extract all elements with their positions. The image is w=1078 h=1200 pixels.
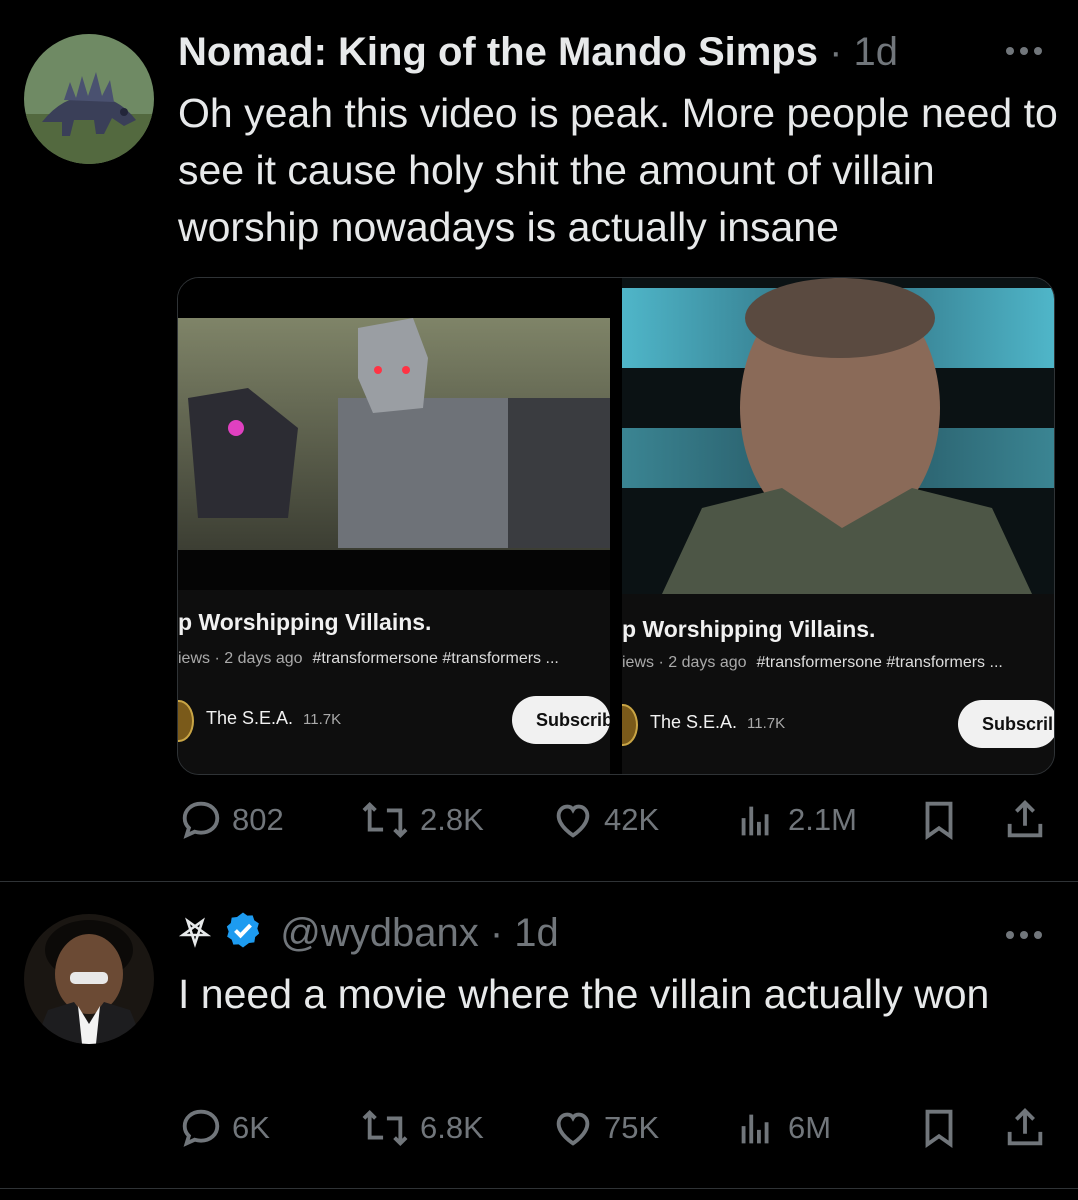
bookmark-button[interactable] <box>916 795 962 845</box>
share-button[interactable] <box>1002 795 1048 845</box>
media-panel-right[interactable]: p Worshipping Villains. iews · 2 days ag… <box>622 278 1054 774</box>
video-title: p Worshipping Villains. <box>622 616 876 642</box>
repost-icon <box>362 801 408 839</box>
tweet-actions: 6K 6.8K 75K 6M <box>178 1103 1048 1153</box>
reply-count: 802 <box>232 802 284 837</box>
bookmark-icon <box>925 801 953 840</box>
tweet-divider <box>0 1188 1078 1189</box>
channel-name: The S.E.A. <box>650 712 738 732</box>
video-title: p Worshipping Villains. <box>178 609 432 635</box>
video-meta: iews · 2 days ago #transformersone #trans… <box>622 654 1003 672</box>
bookmark-button[interactable] <box>916 1103 962 1153</box>
bookmark-icon <box>925 1109 953 1148</box>
channel-name: The S.E.A. <box>206 708 294 728</box>
repost-button[interactable]: 2.8K <box>358 795 484 845</box>
channel-subscribers: 11.7K <box>303 711 342 728</box>
channel-subscribers: 11.7K <box>747 715 786 732</box>
like-button[interactable]: 75K <box>550 1103 659 1153</box>
share-button[interactable] <box>1002 1103 1048 1153</box>
verified-badge-icon[interactable] <box>223 910 263 960</box>
reply-button[interactable]: 6K <box>178 1103 270 1153</box>
repost-count: 2.8K <box>420 802 484 837</box>
views-icon <box>741 806 769 836</box>
subscribe-button[interactable]: Subscril <box>958 700 1054 748</box>
reply-icon <box>182 1109 220 1147</box>
video-tags: #transformersone #transformers ... <box>756 654 1003 671</box>
video-views-date: iews · 2 days ago <box>622 654 747 671</box>
like-count: 42K <box>604 802 660 837</box>
author-avatar[interactable] <box>24 34 154 164</box>
reply-icon <box>182 801 220 839</box>
channel-avatar[interactable] <box>178 700 194 742</box>
portrait-avatar-image <box>24 914 154 1044</box>
views-button[interactable]: 6M <box>734 1103 831 1153</box>
tweet-actions: 802 2.8K 42K 2.1M <box>178 795 1048 845</box>
views-count: 2.1M <box>788 802 857 837</box>
tweet-time[interactable]: · 1d <box>829 30 898 74</box>
reply-button[interactable]: 802 <box>178 795 284 845</box>
repost-count: 6.8K <box>420 1110 484 1145</box>
channel-avatar[interactable] <box>622 704 638 746</box>
more-options-icon[interactable] <box>1006 42 1050 62</box>
views-button[interactable]: 2.1M <box>734 795 857 845</box>
megatron-thumbnail-image <box>178 318 610 550</box>
author-handle[interactable]: @wydbanx <box>280 911 478 955</box>
colonel-thumbnail-image <box>622 278 1054 594</box>
repost-icon <box>362 1109 408 1147</box>
share-icon <box>1007 1108 1043 1146</box>
repost-button[interactable]: 6.8K <box>358 1103 484 1153</box>
tweet-1[interactable]: Nomad: King of the Mando Simps · 1d Oh y… <box>0 0 1078 880</box>
video-meta: iews · 2 days ago #transformersone #trans… <box>178 650 559 668</box>
share-icon <box>1007 800 1043 838</box>
reply-count: 6K <box>232 1110 270 1145</box>
tweet-text: I need a movie where the villain actuall… <box>178 971 990 1017</box>
stegosaurus-avatar-image <box>24 34 154 164</box>
author-name[interactable]: Nomad: King of the Mando Simps <box>178 30 818 74</box>
tweet-2[interactable]: @wydbanx · 1d I need a movie where the v… <box>0 882 1078 1182</box>
more-options-icon[interactable] <box>1006 926 1050 946</box>
tweet-media[interactable]: p Worshipping Villains. iews · 2 days ag… <box>177 277 1055 775</box>
heart-icon <box>556 1112 590 1146</box>
author-avatar[interactable] <box>24 914 154 1044</box>
tweet-time[interactable]: · 1d <box>490 911 559 955</box>
like-button[interactable]: 42K <box>550 795 659 845</box>
heart-icon <box>556 804 590 838</box>
video-views-date: iews · 2 days ago <box>178 650 303 667</box>
tweet-header: @wydbanx · 1d <box>178 910 559 960</box>
channel-info[interactable]: The S.E.A. 11.7K <box>650 712 785 733</box>
tweet-header: Nomad: King of the Mando Simps · 1d <box>178 29 898 75</box>
media-panel-left[interactable]: p Worshipping Villains. iews · 2 days ag… <box>178 278 610 774</box>
video-tags: #transformersone #transformers ... <box>312 650 559 667</box>
views-icon <box>741 1114 769 1144</box>
pentagram-icon <box>178 912 212 958</box>
subscribe-button[interactable]: Subscrib <box>512 696 610 744</box>
views-count: 6M <box>788 1110 832 1145</box>
channel-info[interactable]: The S.E.A. 11.7K <box>206 708 341 729</box>
like-count: 75K <box>604 1110 660 1145</box>
tweet-text: Oh yeah this video is peak. More people … <box>178 90 1058 250</box>
